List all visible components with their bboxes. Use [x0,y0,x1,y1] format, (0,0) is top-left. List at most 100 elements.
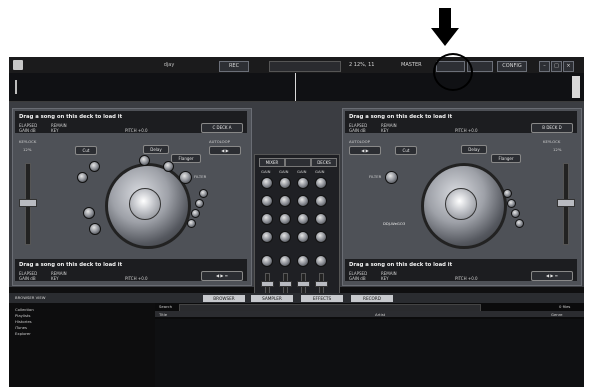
deck-right-gain: GAIN dB [349,128,366,133]
mixer-eq-hi-2[interactable] [279,195,291,207]
tab-browser[interactable]: BROWSER [203,294,245,302]
deck-right-tempo-fader-cap[interactable] [557,199,575,207]
deck-left-loop-controls[interactable]: ◀ ▶ [209,146,241,155]
waveform-marker-left [15,80,17,94]
minimize-button[interactable]: – [539,61,550,72]
mixer-tab-middle[interactable] [285,158,311,167]
deck-right-message: Drag a song on this deck to load it [349,114,453,120]
maximize-button[interactable]: □ [551,61,562,72]
record-button[interactable]: REC [219,61,249,72]
mixer-eq-mid-1[interactable] [261,213,273,225]
deck-left-key: KEY [51,128,59,133]
deck-right-pad-3[interactable] [511,209,520,218]
deck-right-pad-4[interactable] [515,219,524,228]
waveform-zoom-control[interactable] [572,76,580,98]
tree-item-2[interactable]: Histories [15,319,32,324]
deck-right-pad-2[interactable] [507,199,516,208]
deck-right-pad-1[interactable] [503,189,512,198]
deck-right-fx-cut[interactable]: Cut [395,146,417,155]
deck-left-hotcue-knob-2[interactable] [89,161,100,172]
deck-left-play-button[interactable] [89,223,101,235]
deck-right-pitch: PITCH +0.0 [455,128,478,133]
mixer-cue-2[interactable] [279,255,291,267]
tab-sampler[interactable]: SAMPLER [251,294,293,302]
deck-left-autoloop-label: AUTOLOOP [209,139,230,144]
mixer-fader-cap-4[interactable] [315,281,328,287]
deck-left-filter-knob[interactable] [179,171,192,184]
browser-panel: BROWSER VIEW BROWSER SAMPLER EFFECTS REC… [9,293,584,387]
deck-right: Drag a song on this deck to load it ELAP… [342,108,582,286]
column-title[interactable]: Title [159,312,167,317]
deck-left-cue-button[interactable] [83,207,95,219]
mixer-eq-mid-4[interactable] [315,213,327,225]
deck-right-autoloop-label: AUTOLOOP [349,139,370,144]
mixer-cue-3[interactable] [297,255,309,267]
app-logo-icon [13,60,23,70]
mixer-eq-mid-2[interactable] [279,213,291,225]
mixer-gain-knob-3[interactable] [297,177,309,189]
mixer-eq-hi-1[interactable] [261,195,273,207]
mixer-fader-cap-1[interactable] [261,281,274,287]
tab-effects[interactable]: EFFECTS [301,294,343,302]
deck-left-pad-2[interactable] [195,199,204,208]
deck-left-tempo-fader-cap[interactable] [19,199,37,207]
deck-left-info: Drag a song on this deck to load it ELAP… [15,111,247,133]
deck-right-switch[interactable]: B DECK D [531,123,573,133]
deck-right-loop-controls[interactable]: ◀ ▶ [349,146,381,155]
title-bar: djay REC 2 12%, 11 MASTER CONFIG – □ × [9,57,584,73]
deck-right-filter-label: FILTER [369,174,382,179]
deck-left-fx-knob-2[interactable] [163,161,174,172]
status-readout: 2 12%, 11 [349,62,375,68]
deck-left-bottom-pitch: PITCH +0.0 [125,276,148,281]
deck-left-pad-4[interactable] [187,219,196,228]
tree-item-4[interactable]: Explorer [15,331,31,336]
deck-right-bottom-key: KEY [381,276,389,281]
deck-left-pad-3[interactable] [191,209,200,218]
mixer-eq-hi-3[interactable] [297,195,309,207]
deck-left-switch[interactable]: C DECK A [201,123,243,133]
deck-right-key: KEY [381,128,389,133]
mixer-eq-low-1[interactable] [261,231,273,243]
mixer-eq-low-4[interactable] [315,231,327,243]
config-button[interactable]: CONFIG [497,61,527,72]
column-genre[interactable]: Genre [551,312,563,317]
mixer-gain-knob-2[interactable] [279,177,291,189]
deck-right-bottom-controls[interactable]: ◀ ▶ ≡ [531,271,573,281]
tree-item-1[interactable]: Playlists [15,313,30,318]
mixer-tab-mixer[interactable]: MIXER [259,158,285,167]
tree-item-3[interactable]: iTunes [15,325,27,330]
meter-display [269,61,341,72]
deck-right-bottom-pitch: PITCH +0.0 [455,276,478,281]
mixer-gain-knob-4[interactable] [315,177,327,189]
deck-left-bottom-controls[interactable]: ◀ ▶ ≡ [201,271,243,281]
deck-left-fx-delay[interactable]: Delay [143,145,169,154]
deck-left-keylock-label: KEYLOCK [19,139,37,144]
mixer-eq-hi-4[interactable] [315,195,327,207]
mixer-gain-knob-1[interactable] [261,177,273,189]
deck-left-fx-flanger[interactable]: Flanger [171,154,201,163]
deck-left-fx-cut[interactable]: Cut [75,146,97,155]
deck-left-hotcue-knob-1[interactable] [77,172,88,183]
deck-left-jog-center [129,188,161,220]
deck-left-bottom-message: Drag a song on this deck to load it [19,262,123,268]
deck-right-fx-delay[interactable]: Delay [461,145,487,154]
mixer-fader-cap-2[interactable] [279,281,292,287]
mixer-cue-4[interactable] [315,255,327,267]
deck-right-filter-knob[interactable] [385,171,398,184]
mixer-cue-1[interactable] [261,255,273,267]
deck-left-bottom-info: Drag a song on this deck to load it ELAP… [15,259,247,281]
close-button[interactable]: × [563,61,574,72]
decks-area: Drag a song on this deck to load it ELAP… [9,102,584,326]
mixer-eq-low-2[interactable] [279,231,291,243]
deck-left-pad-1[interactable] [199,189,208,198]
mixer-tab-decks[interactable]: DECKS [311,158,337,167]
deck-right-fx-flanger[interactable]: Flanger [491,154,521,163]
deck-left-fx-knob-1[interactable] [139,155,150,166]
mixer-eq-low-3[interactable] [297,231,309,243]
tab-record[interactable]: RECORD [351,294,393,302]
waveform-display [9,73,584,102]
mixer-eq-mid-3[interactable] [297,213,309,225]
mixer-fader-cap-3[interactable] [297,281,310,287]
tree-item-0[interactable]: Collection [15,307,34,312]
column-artist[interactable]: Artist [375,312,385,317]
